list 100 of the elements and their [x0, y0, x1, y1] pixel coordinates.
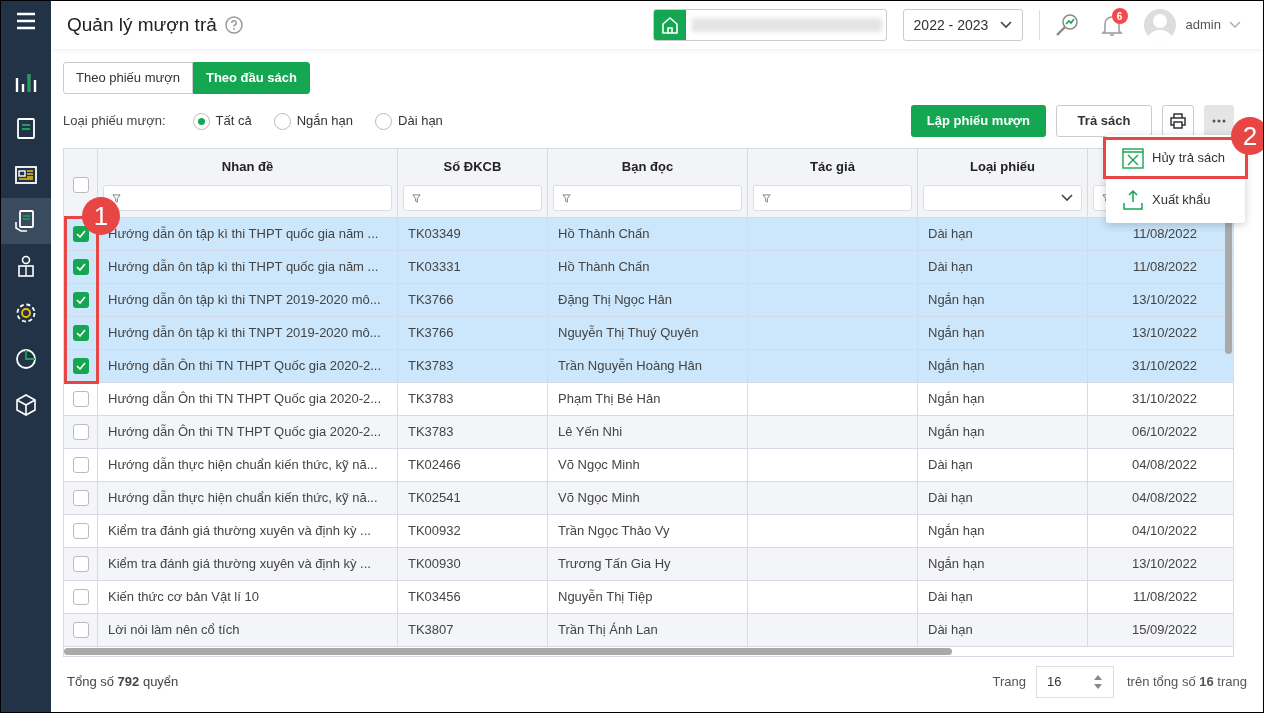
radio-label[interactable]: Ngắn hạn	[296, 111, 354, 131]
checkmark-icon	[75, 263, 86, 271]
table-cell-text: Đặng Thị Ngọc Hân	[558, 291, 672, 310]
filter-icon	[112, 193, 121, 203]
checkbox[interactable]	[72, 457, 89, 473]
checkbox[interactable]	[72, 226, 89, 242]
table-cell-text: Hướng dẫn Ôn thi TN THPT Quốc gia 2020-2...	[108, 357, 382, 376]
table-cell-text: Hướng dẫn ôn tập kì thi TNPT 2019-2020 mô...	[108, 324, 381, 343]
table-cell-text: Dài hạn	[928, 489, 973, 508]
table-cell-text: Lê Yến Nhi	[558, 423, 623, 442]
checkbox[interactable]	[72, 424, 89, 440]
table-cell-text: 11/08/2022	[1132, 225, 1197, 244]
table-cell-text: Ngắn hạn	[928, 423, 985, 442]
checkbox[interactable]	[72, 523, 89, 539]
column-header[interactable]: Bạn đọc	[621, 157, 674, 177]
table-cell-text: 13/10/2022	[1131, 291, 1197, 310]
return-books-button[interactable]: Trả sách	[1056, 105, 1152, 137]
cube-icon[interactable]	[13, 392, 39, 418]
annotation-marker: 2	[1231, 117, 1263, 155]
year-selector[interactable]: 2022 - 2023	[902, 9, 1023, 41]
checkbox[interactable]	[72, 622, 89, 638]
table-cell-text: TK03331	[408, 258, 461, 277]
table-cell-text: Hồ Thành Chấn	[558, 225, 650, 244]
table-cell-text: Trần Thị Ánh Lan	[558, 621, 658, 640]
filter-field[interactable]	[753, 185, 912, 211]
filter-field[interactable]	[553, 185, 742, 211]
table-row[interactable]: Hướng dẫn ôn tập kì thi THPT quốc gia năm ... TK03331 Hồ Thành Chấn Dài hạn 11/08/2022	[64, 251, 1233, 284]
table-cell-text: Dài hạn	[928, 225, 973, 244]
table-row[interactable]: Hướng dẫn ôn tập kì thi TNPT 2019-2020 mô... TK3766 Đặng Thị Ngọc Hân Ngắn hạn 13/10/2022	[64, 284, 1233, 317]
table-row[interactable]: Kiến thức cơ bản Vật lí 10 TK03456 Nguyễn Thị Tiệp Dài hạn 11/08/2022	[64, 581, 1233, 614]
table-cell-text: Ngắn hạn	[928, 357, 985, 376]
column-header[interactable]: Loại phiếu	[970, 157, 1035, 177]
checkbox[interactable]	[72, 556, 89, 572]
table-cell-text: Hướng dẫn Ôn thi TN THPT Quốc gia 2020-2...	[108, 390, 382, 409]
column-header[interactable]: Tác giả	[810, 157, 855, 177]
column-header[interactable]: Nhan đề	[221, 157, 274, 177]
filter-field[interactable]	[403, 185, 542, 211]
tab[interactable]: Theo phiếu mượn	[63, 62, 193, 94]
table-row[interactable]: Hướng dẫn Ôn thi TN THPT Quốc gia 2020-2... TK3783 Phạm Thị Bé Hân Ngắn hạn 31/10/2022	[64, 383, 1233, 416]
checkbox[interactable]	[72, 391, 89, 407]
chevron-down-icon	[999, 21, 1012, 29]
table-row[interactable]: Hướng dẫn ôn tập kì thi TNPT 2019-2020 mô... TK3766 Nguyễn Thị Thuý Quyên Ngắn hạn 13/10/2022	[64, 317, 1233, 350]
filter-icon	[562, 193, 571, 203]
printer-icon	[1169, 112, 1187, 130]
menu-item[interactable]: Xuất khẩu	[1106, 179, 1245, 221]
table-cell-text: TK3807	[408, 621, 454, 640]
table-cell-text: TK02466	[408, 456, 461, 475]
table-cell-text: Nguyễn Thị Thuý Quyên	[558, 324, 699, 343]
more-icon	[1212, 119, 1226, 123]
table-cell-text: Lời nói làm nên cổ tích	[108, 621, 240, 640]
radio-label[interactable]: Tất cả	[215, 111, 252, 131]
page-label: Trang	[992, 673, 1026, 692]
table-cell-text: 31/10/2022	[1131, 390, 1197, 409]
table-cell-text: TK03456	[408, 588, 461, 607]
username[interactable]: admin	[1185, 15, 1221, 35]
checkbox[interactable]	[72, 589, 89, 605]
table-row[interactable]: Hướng dẫn Ôn thi TN THPT Quốc gia 2020-2... TK3783 Lê Yến Nhi Ngắn hạn 06/10/2022	[64, 416, 1233, 449]
checkmark-icon	[75, 329, 86, 337]
table-row[interactable]: Kiểm tra đánh giá thường xuyên và định kỳ ... TK00932 Trần Ngọc Thảo Vy Ngắn hạn 04/10/2022	[64, 515, 1233, 548]
table-cell-text: Ngắn hạn	[928, 324, 985, 343]
checkbox[interactable]	[72, 292, 89, 308]
table-cell-text: Hồ Thành Chấn	[558, 258, 650, 277]
spinner-icon	[1093, 673, 1103, 691]
table-cell-text: TK3766	[408, 291, 454, 310]
school-selector[interactable]	[652, 9, 887, 41]
scrollbar[interactable]	[64, 648, 952, 655]
table-cell-text: TK3783	[408, 423, 454, 442]
table-cell-text: 04/08/2022	[1131, 489, 1197, 508]
table-row[interactable]: Hướng dẫn thực hiện chuẩn kiến thức, kỹ nă... TK02466 Võ Ngọc Minh Dài hạn 04/08/2022	[64, 449, 1233, 482]
chevron-down-icon	[1061, 194, 1073, 202]
checkbox[interactable]	[72, 177, 89, 193]
table-cell-text: 15/09/2022	[1131, 621, 1197, 640]
table-cell-text: Hướng dẫn ôn tập kì thi TNPT 2019-2020 mô...	[108, 291, 381, 310]
checkbox[interactable]	[72, 259, 89, 275]
table-cell-text: Trần Ngọc Thảo Vy	[558, 522, 670, 541]
table-row[interactable]: Hướng dẫn thực hiện chuẩn kiến thức, kỹ nă... TK02541 Võ Ngọc Minh Dài hạn 04/08/2022	[64, 482, 1233, 515]
checkbox[interactable]	[72, 358, 89, 374]
table-row[interactable]: Lời nói làm nên cổ tích TK3807 Trần Thị Ánh Lan Dài hạn 15/09/2022	[64, 614, 1233, 647]
table-cell-text: 06/10/2022	[1131, 423, 1197, 442]
cancel-return-icon	[1122, 147, 1144, 169]
pie-chart-icon[interactable]	[13, 346, 39, 372]
table-cell-text: Hướng dẫn thực hiện chuẩn kiến thức, kỹ nă...	[108, 489, 378, 508]
table-cell-text: 13/10/2022	[1131, 324, 1197, 343]
table-cell-text: Phạm Thị Bé Hân	[558, 390, 661, 409]
page-field[interactable]: 16	[1036, 666, 1114, 698]
checkbox[interactable]	[72, 325, 89, 341]
table-cell-text: Hướng dẫn ôn tập kì thi THPT quốc gia năm ...	[108, 258, 379, 277]
table-cell-text: 04/08/2022	[1131, 456, 1197, 475]
table-cell-text: Dài hạn	[928, 456, 973, 475]
menu-icon[interactable]	[16, 12, 36, 30]
chevron-down-icon[interactable]	[1229, 21, 1241, 29]
more-button[interactable]	[1204, 105, 1234, 137]
column-header[interactable]: Số ĐKCB	[443, 157, 502, 177]
table-cell-text: Kiểm tra đánh giá thường xuyên và định kỳ ...	[108, 522, 371, 541]
checkbox[interactable]	[72, 490, 89, 506]
help-icon[interactable]	[224, 16, 243, 34]
table-row[interactable]: Kiểm tra đánh giá thường xuyên và định kỳ ... TK00930 Trương Tấn Gia Hy Ngắn hạn 13/10/2022	[64, 548, 1233, 581]
radio-label[interactable]: Dài hạn	[398, 111, 443, 131]
home-icon	[659, 15, 680, 35]
table-row[interactable]: Hướng dẫn Ôn thi TN THPT Quốc gia 2020-2... TK3783 Trần Nguyễn Hoàng Hân Ngắn hạn 31/10/2022	[64, 350, 1233, 383]
